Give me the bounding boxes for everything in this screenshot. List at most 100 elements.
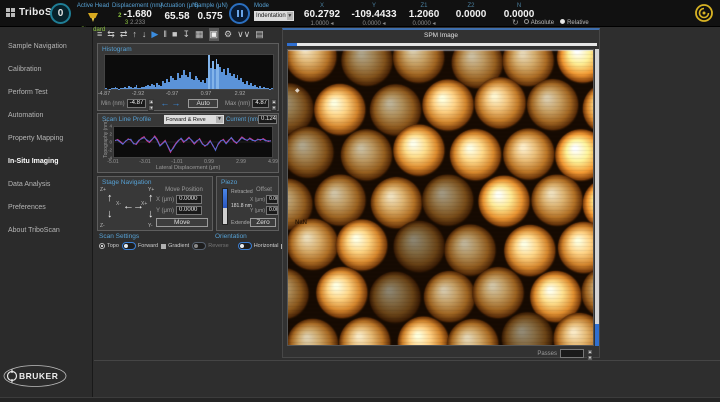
profile-chart bbox=[113, 126, 273, 158]
active-tool-icon[interactable]: ▣ bbox=[209, 28, 220, 41]
pause-dial-button[interactable] bbox=[229, 3, 250, 24]
image-scrollbar-thumb[interactable] bbox=[595, 324, 599, 346]
horizontal-toggle[interactable]: Horizontal bbox=[238, 242, 279, 250]
pan-x-icon[interactable]: ⇆ bbox=[107, 28, 115, 41]
play-icon[interactable]: ▶ bbox=[151, 28, 158, 41]
checkbox-icon bbox=[161, 244, 166, 249]
y-down-button[interactable]: ↓ bbox=[148, 209, 154, 220]
mode-dropdown[interactable]: Indentation ▼ bbox=[254, 11, 294, 21]
pause-icon[interactable]: ‖ bbox=[163, 28, 167, 41]
z-down-button[interactable]: ↓ bbox=[107, 209, 113, 220]
move-button[interactable]: Move bbox=[156, 218, 208, 227]
passes-input[interactable] bbox=[560, 349, 584, 358]
auto-button[interactable]: Auto bbox=[188, 99, 218, 108]
sample-label: Sample (μN) bbox=[194, 3, 226, 9]
min-spinner[interactable]: ▲▼ bbox=[148, 99, 154, 108]
sidebar-item-about-triboscan[interactable]: About TriboScan bbox=[0, 219, 92, 242]
current-label: Current (nm) bbox=[226, 117, 260, 123]
scan-line-profile-panel: Scan Line Profile Forward & Reve ▼ Curre… bbox=[97, 113, 279, 173]
stage-y-input[interactable]: 0.0000 bbox=[176, 206, 202, 215]
shift-right-button[interactable]: → bbox=[171, 99, 180, 108]
svg-text:BRUKER: BRUKER bbox=[19, 371, 58, 381]
spm-image-frame: ◆ NaN bbox=[287, 49, 594, 346]
min-input[interactable]: -4.87 bbox=[127, 99, 147, 108]
stage-navigation-panel: Stage Navigation Z+ ↑ ↓ Z- X- ← → X+ Y+ … bbox=[97, 176, 213, 231]
bruker-logo: BRUKER bbox=[3, 363, 69, 394]
passes-spinner[interactable]: ▲▼ bbox=[587, 349, 593, 358]
settings-icon[interactable]: ⚙ bbox=[224, 28, 232, 41]
topo-radio[interactable]: Topo bbox=[99, 243, 119, 249]
direction-dropdown[interactable]: Forward & Reve ▼ bbox=[164, 115, 224, 124]
scan-progress-bar bbox=[287, 43, 597, 46]
histogram-tick: -4.87 bbox=[98, 91, 111, 97]
stop-icon[interactable]: ■ bbox=[172, 28, 177, 41]
shift-left-button[interactable]: ← bbox=[160, 99, 169, 108]
sidebar-item-sample-navigation[interactable]: Sample Navigation bbox=[0, 35, 92, 58]
load-dial[interactable]: 0 bbox=[50, 3, 71, 24]
main-area: ≡ ⇆ ⇄ ↑ ↓ ▶ ‖ ■ ↧ ▦ ▣ ⚙ ∨∨ ▤ Histogram -4.87-2.92-0.9… bbox=[94, 27, 720, 402]
profile-title: Scan Line Profile bbox=[102, 116, 151, 123]
pan-x2-icon[interactable]: ⇄ bbox=[120, 28, 128, 41]
z-plus-label: Z+ bbox=[100, 187, 106, 193]
save-image-icon[interactable]: ↧ bbox=[182, 28, 190, 41]
sidebar-item-property-mapping[interactable]: Property Mapping bbox=[0, 127, 92, 150]
actuation-label: Actuation (μN) bbox=[160, 3, 194, 9]
layout-icon[interactable]: ▤ bbox=[255, 28, 264, 41]
forward-toggle[interactable]: Forward bbox=[122, 242, 158, 250]
axis-z2: Z20.0000 bbox=[446, 3, 496, 27]
profile-ytick: 2 bbox=[109, 132, 112, 137]
axis-y: Y-109.44330.0000 ◂ bbox=[346, 3, 402, 27]
dropdown-arrow-icon: ▼ bbox=[216, 116, 223, 123]
sidebar-item-data-analysis[interactable]: Data Analysis bbox=[0, 173, 92, 196]
offset-x-input[interactable]: 0.000 bbox=[266, 195, 278, 204]
reverse-toggle[interactable]: Reverse bbox=[192, 242, 228, 250]
mode-value: Indentation bbox=[256, 13, 286, 19]
displacement-block: Displacement (nm) 2-1.680 32.233 bbox=[112, 3, 158, 26]
histogram-tick: -0.97 bbox=[166, 91, 179, 97]
max-spinner[interactable]: ▲▼ bbox=[271, 99, 277, 108]
sidebar-item-in-situ-imaging[interactable]: In-Situ Imaging bbox=[0, 150, 92, 173]
bottom-strip bbox=[94, 360, 720, 402]
menu-icon[interactable]: ≡ bbox=[97, 28, 102, 41]
offset-y-label: Y (μm) bbox=[250, 208, 265, 214]
gradient-checkbox[interactable]: Gradient bbox=[161, 243, 189, 249]
scan-settings-title: Scan Settings bbox=[99, 233, 139, 240]
refresh-icon[interactable]: ↻ bbox=[512, 18, 519, 27]
image-scrollbar[interactable] bbox=[595, 49, 599, 346]
sidebar-item-preferences[interactable]: Preferences bbox=[0, 196, 92, 219]
piezo-fill bbox=[223, 189, 227, 208]
load-dial-value: 0 bbox=[58, 8, 64, 19]
sidebar-item-perform-test[interactable]: Perform Test bbox=[0, 81, 92, 104]
offset-y-input[interactable]: 0.000 bbox=[266, 206, 278, 215]
stage-x-input[interactable]: 0.0000 bbox=[176, 195, 202, 204]
max-input[interactable]: 4.87 bbox=[252, 99, 269, 108]
scan-down-icon[interactable]: ↓ bbox=[142, 28, 147, 41]
pause-icon bbox=[237, 10, 243, 17]
channel-b: 3 bbox=[125, 20, 128, 26]
radio-icon bbox=[524, 19, 529, 24]
axis-x: X60.27921.0000 ◂ bbox=[298, 3, 346, 27]
passes-label: Passes bbox=[537, 351, 557, 357]
system-status-icon[interactable] bbox=[694, 3, 714, 28]
sidebar-item-calibration[interactable]: Calibration bbox=[0, 58, 92, 81]
profile-yaxis: 420-2-4 bbox=[104, 126, 112, 158]
radio-selected-icon bbox=[99, 243, 105, 249]
zero-button[interactable]: Zero bbox=[250, 218, 276, 227]
scan-progress-fill bbox=[287, 43, 297, 46]
spm-image-canvas[interactable] bbox=[288, 50, 593, 345]
actuation-block: Actuation (μN) 65.58 bbox=[160, 3, 194, 22]
y-up-button[interactable]: ↑ bbox=[148, 193, 154, 204]
histogram-panel: Histogram -4.87-2.92-0.970.972.92 Min (n… bbox=[97, 43, 279, 111]
profile-ytick: -2 bbox=[108, 148, 112, 153]
sidebar-item-automation[interactable]: Automation bbox=[0, 104, 92, 127]
spm-image-panel: SPM Image ◆ NaN Passes ▲▼ bbox=[282, 28, 600, 358]
scan-up-icon[interactable]: ↑ bbox=[132, 28, 137, 41]
relative-radio[interactable]: Relative bbox=[560, 20, 589, 26]
histogram-bar bbox=[105, 88, 107, 89]
collapse-icon[interactable]: ∨∨ bbox=[237, 28, 250, 41]
capture-icon[interactable]: ▦ bbox=[195, 28, 204, 41]
indenter-head-icon bbox=[86, 13, 100, 22]
absolute-radio[interactable]: Absolute bbox=[524, 20, 554, 26]
toggle-icon bbox=[122, 242, 136, 250]
z-up-button[interactable]: ↑ bbox=[107, 193, 113, 204]
